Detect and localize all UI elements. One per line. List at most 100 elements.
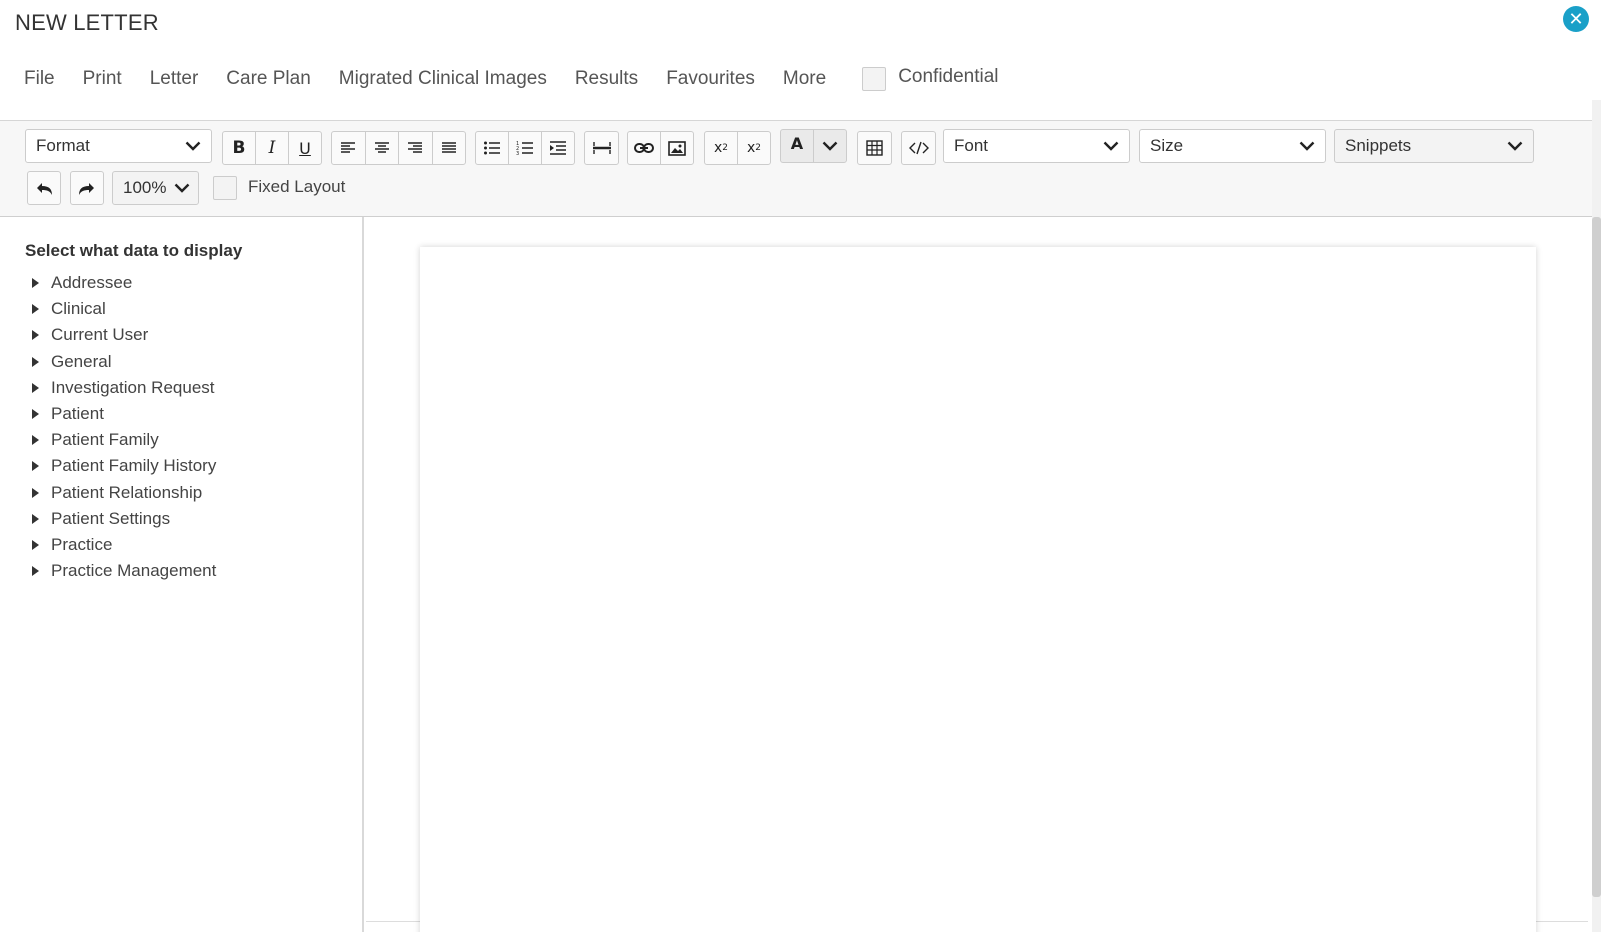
numbered-list-icon[interactable]: 123 bbox=[509, 132, 542, 164]
tree-item-label: Clinical bbox=[51, 299, 106, 319]
letter-document-page[interactable] bbox=[420, 247, 1536, 932]
caret-right-icon[interactable] bbox=[32, 356, 39, 367]
bold-icon[interactable]: B bbox=[223, 132, 256, 164]
caret-right-icon[interactable] bbox=[32, 382, 39, 393]
editor-area bbox=[366, 217, 1588, 932]
indent-icon[interactable] bbox=[542, 132, 574, 164]
menu-file[interactable]: File bbox=[24, 68, 55, 90]
chevron-down-icon bbox=[174, 172, 190, 204]
tree-item-patient-family-history[interactable]: Patient Family History bbox=[32, 453, 216, 479]
menu-migrated-clinical-images[interactable]: Migrated Clinical Images bbox=[339, 68, 547, 90]
menu-results[interactable]: Results bbox=[575, 68, 638, 90]
snippets-select[interactable]: Snippets bbox=[1334, 129, 1534, 163]
insert-group bbox=[627, 131, 694, 165]
caret-right-icon[interactable] bbox=[32, 566, 39, 577]
align-left-icon[interactable] bbox=[332, 132, 366, 164]
link-icon[interactable] bbox=[628, 132, 661, 164]
tree-item-current-user[interactable]: Current User bbox=[32, 322, 216, 348]
tree-item-label: Patient Family bbox=[51, 430, 159, 450]
list-group: 123 bbox=[475, 131, 575, 165]
image-icon[interactable] bbox=[661, 132, 693, 164]
bullet-list-icon[interactable] bbox=[476, 132, 509, 164]
chevron-down-icon bbox=[1103, 130, 1119, 162]
undo-group bbox=[27, 171, 61, 205]
superscript-icon[interactable]: x2 bbox=[738, 132, 770, 164]
chevron-down-icon[interactable] bbox=[814, 130, 846, 162]
table-group bbox=[857, 131, 892, 165]
font-select-value: Font bbox=[954, 136, 989, 155]
tree-item-patient-settings[interactable]: Patient Settings bbox=[32, 506, 216, 532]
chevron-down-icon bbox=[1507, 130, 1523, 162]
confidential-label: Confidential bbox=[898, 66, 999, 87]
subscript-icon[interactable]: x2 bbox=[705, 132, 738, 164]
confidential-checkbox[interactable] bbox=[862, 67, 887, 91]
tree-item-label: Practice Management bbox=[51, 561, 217, 581]
title-bar: NEW LETTER ✕ bbox=[0, 0, 1601, 48]
tree-item-patient-family[interactable]: Patient Family bbox=[32, 427, 216, 453]
tree-item-practice[interactable]: Practice bbox=[32, 532, 216, 558]
tree-item-label: Current User bbox=[51, 325, 149, 345]
caret-right-icon[interactable] bbox=[32, 330, 39, 341]
menu-more[interactable]: More bbox=[783, 68, 826, 90]
format-select-value: Format bbox=[36, 136, 90, 155]
tree-item-label: Investigation Request bbox=[51, 377, 215, 397]
menu-letter[interactable]: Letter bbox=[150, 68, 199, 90]
align-center-icon[interactable] bbox=[366, 132, 399, 164]
menu-print[interactable]: Print bbox=[83, 68, 122, 90]
source-code-icon[interactable] bbox=[902, 132, 935, 164]
menu-favourites[interactable]: Favourites bbox=[666, 68, 755, 90]
size-select-value: Size bbox=[1150, 136, 1184, 155]
tree-item-patient-relationship[interactable]: Patient Relationship bbox=[32, 480, 216, 506]
chevron-down-icon bbox=[1299, 130, 1315, 162]
fixed-layout-checkbox[interactable] bbox=[213, 176, 237, 200]
tree-item-general[interactable]: General bbox=[32, 349, 216, 375]
tree-item-practice-management[interactable]: Practice Management bbox=[32, 558, 216, 584]
caret-right-icon[interactable] bbox=[32, 435, 39, 446]
font-select[interactable]: Font bbox=[943, 129, 1130, 163]
justify-icon[interactable] bbox=[433, 132, 466, 164]
tree-item-label: Patient Relationship bbox=[51, 482, 203, 502]
fixed-layout-label: Fixed Layout bbox=[248, 177, 346, 196]
data-tree: Addressee Clinical Current User General … bbox=[32, 270, 216, 584]
menu-bar: File Print Letter Care Plan Migrated Cli… bbox=[0, 60, 999, 98]
caret-right-icon[interactable] bbox=[32, 304, 39, 315]
script-group: x2 x2 bbox=[704, 131, 771, 165]
size-select[interactable]: Size bbox=[1139, 129, 1326, 163]
redo-group bbox=[70, 171, 104, 205]
tree-item-label: Patient Settings bbox=[51, 508, 171, 528]
underline-icon[interactable]: U bbox=[289, 132, 321, 164]
format-select[interactable]: Format bbox=[25, 129, 212, 163]
align-right-icon[interactable] bbox=[399, 132, 433, 164]
table-icon[interactable] bbox=[858, 132, 891, 164]
caret-right-icon[interactable] bbox=[32, 278, 39, 289]
data-sidebar: Select what data to display Addressee Cl… bbox=[0, 217, 364, 932]
undo-icon[interactable] bbox=[28, 172, 60, 204]
zoom-select[interactable]: 100% bbox=[112, 171, 199, 205]
caret-right-icon[interactable] bbox=[32, 409, 39, 420]
caret-right-icon[interactable] bbox=[32, 461, 39, 472]
text-color-icon[interactable]: A bbox=[781, 130, 814, 162]
caret-right-icon[interactable] bbox=[32, 487, 39, 498]
horizontal-rule-group bbox=[584, 131, 619, 165]
text-style-group: B I U bbox=[222, 131, 322, 165]
editor-toolbar: Format B I U 123 x 2 x 2 A Font Size Sni… bbox=[0, 120, 1597, 217]
window-title: NEW LETTER bbox=[15, 10, 159, 35]
redo-icon[interactable] bbox=[71, 172, 103, 204]
confidential-toggle[interactable]: Confidential bbox=[862, 66, 999, 91]
scrollbar-thumb[interactable] bbox=[1592, 217, 1601, 897]
svg-text:3: 3 bbox=[516, 151, 519, 156]
tree-item-patient[interactable]: Patient bbox=[32, 401, 216, 427]
menu-care-plan[interactable]: Care Plan bbox=[226, 68, 311, 90]
caret-right-icon[interactable] bbox=[32, 513, 39, 524]
tree-item-label: Addressee bbox=[51, 273, 133, 293]
close-icon[interactable]: ✕ bbox=[1563, 6, 1589, 32]
tree-item-label: Practice bbox=[51, 534, 113, 554]
tree-item-addressee[interactable]: Addressee bbox=[32, 270, 216, 296]
horizontal-rule-icon[interactable] bbox=[585, 132, 618, 164]
italic-icon[interactable]: I bbox=[256, 132, 289, 164]
tree-item-clinical[interactable]: Clinical bbox=[32, 296, 216, 322]
caret-right-icon[interactable] bbox=[32, 539, 39, 550]
tree-item-investigation-request[interactable]: Investigation Request bbox=[32, 375, 216, 401]
chevron-down-icon bbox=[185, 130, 201, 162]
tree-item-label: Patient bbox=[51, 404, 104, 424]
